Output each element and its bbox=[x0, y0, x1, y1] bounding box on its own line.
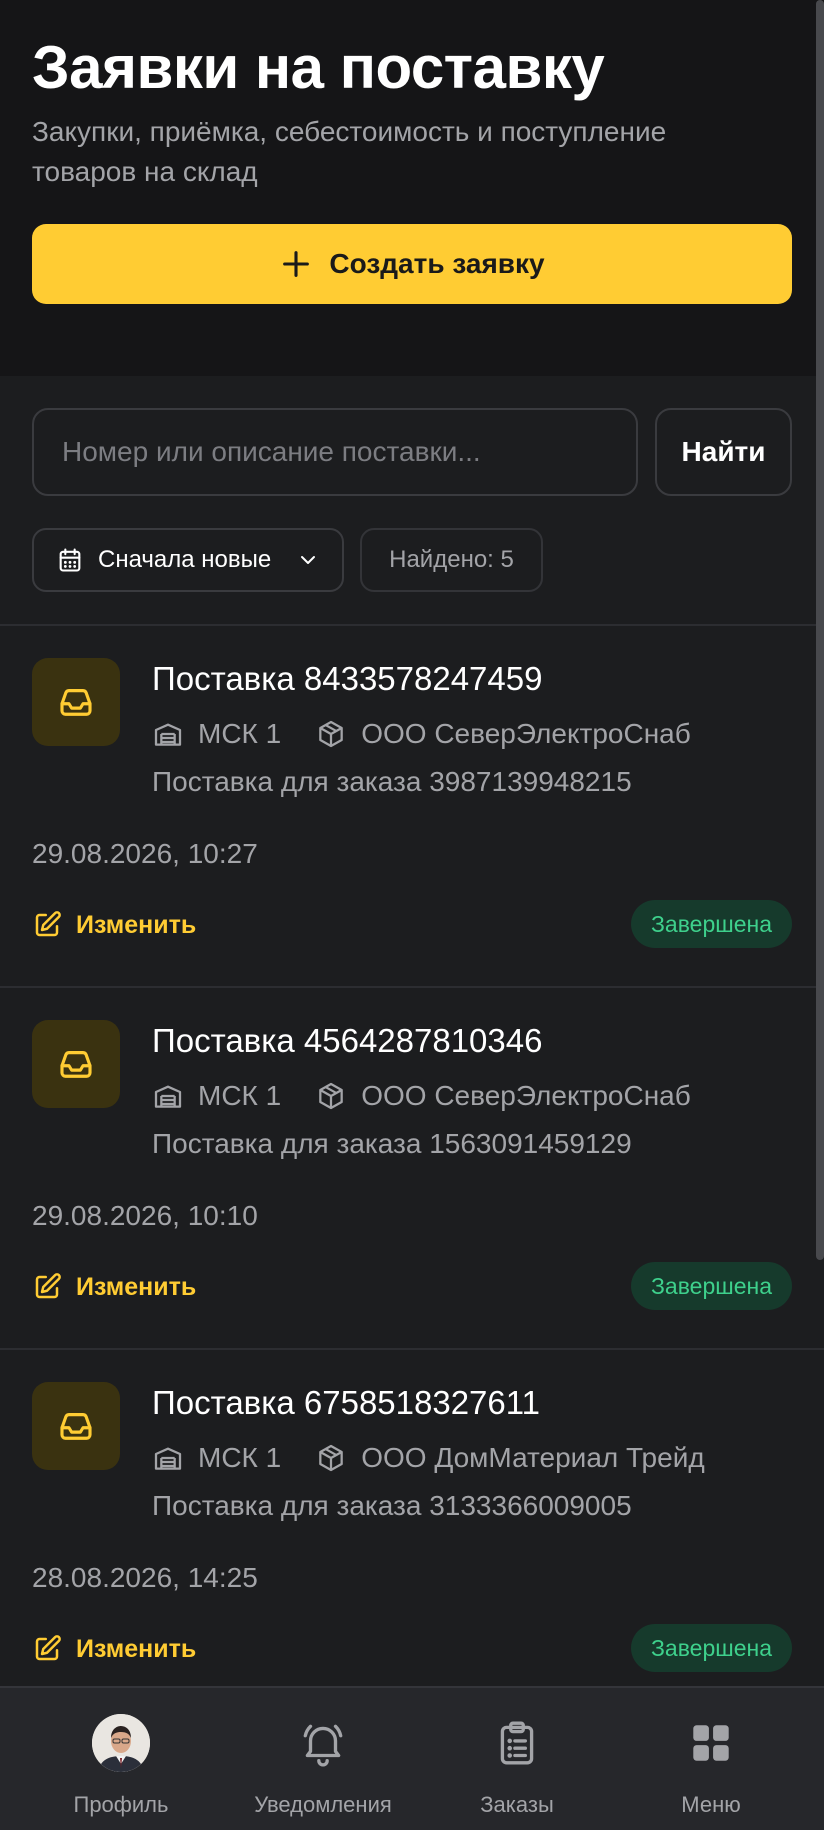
supply-requests-page: Заявки на поставку Закупки, приёмка, себ… bbox=[0, 0, 824, 1830]
create-request-label: Создать заявку bbox=[329, 248, 545, 279]
edit-label: Изменить bbox=[76, 1272, 197, 1301]
supply-title[interactable]: Поставка 6758518327611 bbox=[152, 1384, 540, 1422]
inbox-tray-icon bbox=[32, 1020, 120, 1108]
search-button[interactable]: Найти bbox=[655, 408, 792, 496]
supply-date: 28.08.2026, 14:25 bbox=[32, 1562, 258, 1593]
supplier-name: ООО СеверЭлектроСнаб bbox=[361, 1080, 691, 1111]
warehouse-icon bbox=[152, 718, 184, 750]
chevron-down-icon bbox=[296, 548, 320, 572]
nav-orders-label: Заказы bbox=[480, 1792, 554, 1817]
plus-icon bbox=[283, 251, 310, 277]
sort-select[interactable]: Сначала новые bbox=[32, 528, 344, 592]
supply-meta: МСК 1 ООО СеверЭлектроСнаб bbox=[152, 718, 691, 750]
supply-description: Поставка для заказа 3133366009005 bbox=[152, 1490, 632, 1521]
supply-card[interactable]: Поставка 8433578247459 МСК 1 ООО СеверЭл… bbox=[0, 624, 824, 986]
warehouse-icon bbox=[152, 1080, 184, 1112]
supply-description: Поставка для заказа 1563091459129 bbox=[152, 1128, 632, 1159]
calendar-icon bbox=[56, 546, 84, 574]
edit-icon bbox=[35, 1273, 61, 1299]
nav-menu-label: Меню bbox=[681, 1792, 741, 1817]
status-badge: Завершена bbox=[631, 1624, 792, 1672]
warehouse-icon bbox=[152, 1442, 184, 1474]
scrollbar[interactable] bbox=[816, 0, 824, 1830]
scrollbar-thumb[interactable] bbox=[816, 0, 824, 1260]
inbox-tray-icon bbox=[32, 1382, 120, 1470]
edit-label: Изменить bbox=[76, 910, 197, 939]
supply-card[interactable]: Поставка 6758518327611 МСК 1 ООО ДомМате… bbox=[0, 1348, 824, 1710]
supply-title[interactable]: Поставка 4564287810346 bbox=[152, 1022, 542, 1060]
warehouse-name: МСК 1 bbox=[198, 718, 282, 749]
edit-button[interactable]: Изменить bbox=[32, 1272, 196, 1302]
supply-date: 29.08.2026, 10:10 bbox=[32, 1200, 258, 1231]
edit-button[interactable]: Изменить bbox=[32, 910, 196, 940]
nav-profile[interactable]: Профиль bbox=[18, 1688, 224, 1830]
search-input[interactable] bbox=[32, 408, 638, 496]
nav-profile-label: Профиль bbox=[73, 1792, 169, 1817]
bell-icon bbox=[294, 1714, 352, 1772]
warehouse-name: МСК 1 bbox=[198, 1080, 282, 1111]
nav-notifications-label: Уведомления bbox=[254, 1792, 392, 1817]
supply-meta: МСК 1 ООО ДомМатериал Трейд bbox=[152, 1442, 705, 1474]
sort-label: Сначала новые bbox=[98, 546, 272, 573]
edit-label: Изменить bbox=[76, 1634, 197, 1663]
package-icon bbox=[315, 718, 347, 750]
create-request-button[interactable]: Создать заявку bbox=[32, 224, 792, 304]
edit-icon bbox=[35, 1635, 61, 1661]
bottom-nav: Профиль Уведомления Заказы Меню bbox=[0, 1686, 824, 1830]
supplier-name: ООО ДомМатериал Трейд bbox=[361, 1442, 705, 1473]
package-icon bbox=[315, 1442, 347, 1474]
edit-button[interactable]: Изменить bbox=[32, 1634, 196, 1664]
package-icon bbox=[315, 1080, 347, 1112]
status-badge: Завершена bbox=[631, 900, 792, 948]
page-subtitle: Закупки, приёмка, себестоимость и поступ… bbox=[32, 116, 667, 187]
grid-icon bbox=[682, 1714, 740, 1772]
supply-date: 29.08.2026, 10:27 bbox=[32, 838, 258, 869]
nav-menu[interactable]: Меню bbox=[608, 1688, 814, 1830]
supply-meta: МСК 1 ООО СеверЭлектроСнаб bbox=[152, 1080, 691, 1112]
avatar bbox=[92, 1714, 150, 1772]
clipboard-icon bbox=[488, 1714, 546, 1772]
supply-card[interactable]: Поставка 4564287810346 МСК 1 ООО СеверЭл… bbox=[0, 986, 824, 1348]
supplier-name: ООО СеверЭлектроСнаб bbox=[361, 718, 691, 749]
nav-orders[interactable]: Заказы bbox=[414, 1688, 620, 1830]
warehouse-name: МСК 1 bbox=[198, 1442, 282, 1473]
edit-icon bbox=[35, 911, 61, 937]
status-badge: Завершена bbox=[631, 1262, 792, 1310]
inbox-tray-icon bbox=[32, 658, 120, 746]
nav-notifications[interactable]: Уведомления bbox=[220, 1688, 426, 1830]
page-title: Заявки на поставку bbox=[32, 34, 605, 101]
supply-description: Поставка для заказа 3987139948215 bbox=[152, 766, 632, 797]
found-count: Найдено: 5 bbox=[360, 528, 543, 592]
page-header: Заявки на поставку Закупки, приёмка, себ… bbox=[0, 0, 824, 376]
supply-title[interactable]: Поставка 8433578247459 bbox=[152, 660, 542, 698]
